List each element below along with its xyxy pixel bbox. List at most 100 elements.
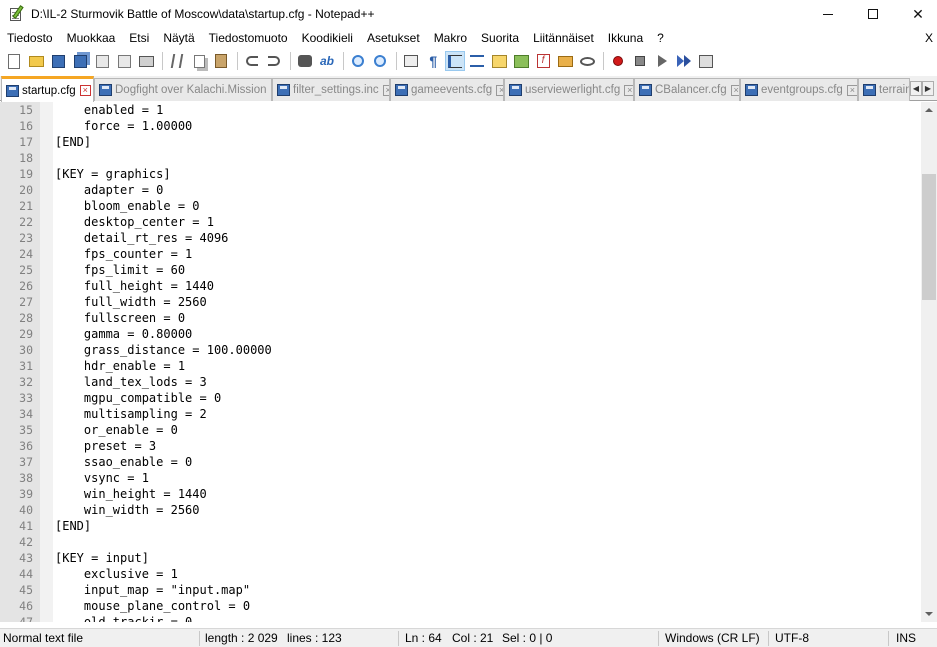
- code-line[interactable]: 32 land_tex_lods = 3: [0, 374, 921, 390]
- tab-scroll-right-button[interactable]: ▶: [922, 81, 934, 96]
- document-map-button[interactable]: [511, 51, 531, 71]
- tab-close-icon[interactable]: ×: [624, 84, 633, 96]
- line-text[interactable]: vsync = 1: [55, 470, 149, 486]
- code-line[interactable]: 19 [KEY = graphics]: [0, 166, 921, 182]
- scroll-down-icon[interactable]: [921, 606, 937, 622]
- tab-startup-cfg[interactable]: startup.cfg ×: [1, 76, 94, 102]
- code-line[interactable]: 27 full_width = 2560: [0, 294, 921, 310]
- monitor-button[interactable]: [577, 51, 597, 71]
- code-line[interactable]: 20 adapter = 0: [0, 182, 921, 198]
- code-line[interactable]: 23 detail_rt_res = 4096: [0, 230, 921, 246]
- line-text[interactable]: mouse_plane_control = 0: [55, 598, 250, 614]
- code-line[interactable]: 31 hdr_enable = 1: [0, 358, 921, 374]
- line-text[interactable]: mgpu_compatible = 0: [55, 390, 221, 406]
- function-list-button[interactable]: f: [533, 51, 553, 71]
- tab-close-icon[interactable]: ×: [79, 85, 91, 96]
- tab-close-icon[interactable]: ×: [846, 84, 857, 96]
- line-text[interactable]: desktop_center = 1: [55, 214, 214, 230]
- code-line[interactable]: 25 fps_limit = 60: [0, 262, 921, 278]
- tab-terrain[interactable]: terrain: [858, 78, 910, 101]
- code-line[interactable]: 33 mgpu_compatible = 0: [0, 390, 921, 406]
- code-line[interactable]: 24 fps_counter = 1: [0, 246, 921, 262]
- line-text[interactable]: win_height = 1440: [55, 486, 207, 502]
- code-line[interactable]: 30 grass_distance = 100.00000: [0, 342, 921, 358]
- tab-gameevents[interactable]: gameevents.cfg ×: [390, 78, 504, 101]
- find-button[interactable]: [295, 51, 315, 71]
- line-text[interactable]: ssao_enable = 0: [55, 454, 192, 470]
- code-lines[interactable]: 15 enabled = 1 16 force = 1.00000 17 [END] 1…: [0, 102, 921, 622]
- redo-button[interactable]: [264, 51, 284, 71]
- line-text[interactable]: [KEY = input]: [55, 550, 149, 566]
- line-text[interactable]: fps_limit = 60: [55, 262, 185, 278]
- menu-makro[interactable]: Makro: [427, 28, 474, 48]
- code-line[interactable]: 42: [0, 534, 921, 550]
- code-line[interactable]: 40 win_width = 2560: [0, 502, 921, 518]
- menu-help[interactable]: ?: [650, 28, 671, 48]
- line-text[interactable]: win_width = 2560: [55, 502, 200, 518]
- print-button[interactable]: [136, 51, 156, 71]
- menu-koodikieli[interactable]: Koodikieli: [295, 28, 360, 48]
- code-line[interactable]: 36 preset = 3: [0, 438, 921, 454]
- line-text[interactable]: [END]: [55, 518, 91, 534]
- scroll-up-icon[interactable]: [921, 102, 937, 118]
- maximize-button[interactable]: [850, 0, 896, 28]
- close-button[interactable]: [92, 51, 112, 71]
- scroll-thumb[interactable]: [922, 174, 936, 300]
- code-line[interactable]: 29 gamma = 0.80000: [0, 326, 921, 342]
- line-text[interactable]: input_map = "input.map": [55, 582, 250, 598]
- tab-close-icon[interactable]: ×: [382, 84, 389, 96]
- tab-userviewerlight[interactable]: userviewerlight.cfg ×: [504, 78, 634, 101]
- code-line[interactable]: 17 [END]: [0, 134, 921, 150]
- line-text[interactable]: force = 1.00000: [55, 118, 192, 134]
- code-line[interactable]: 34 multisampling = 2: [0, 406, 921, 422]
- code-line[interactable]: 41 [END]: [0, 518, 921, 534]
- line-text[interactable]: multisampling = 2: [55, 406, 207, 422]
- line-text[interactable]: [END]: [55, 134, 91, 150]
- undo-button[interactable]: [242, 51, 262, 71]
- code-line[interactable]: 43 [KEY = input]: [0, 550, 921, 566]
- open-file-button[interactable]: [26, 51, 46, 71]
- save-macro-button[interactable]: [696, 51, 716, 71]
- copy-button[interactable]: [189, 51, 209, 71]
- menu-nayta[interactable]: Näytä: [156, 28, 201, 48]
- folder-workspace-button[interactable]: [555, 51, 575, 71]
- code-line[interactable]: 44 exclusive = 1: [0, 566, 921, 582]
- code-line[interactable]: 38 vsync = 1: [0, 470, 921, 486]
- tab-cbalancer[interactable]: CBalancer.cfg ×: [634, 78, 740, 101]
- tab-close-icon[interactable]: ×: [496, 84, 503, 96]
- line-text[interactable]: preset = 3: [55, 438, 156, 454]
- line-text[interactable]: grass_distance = 100.00000: [55, 342, 272, 358]
- menu-muokkaa[interactable]: Muokkaa: [60, 28, 123, 48]
- show-all-chars-button[interactable]: ¶: [423, 51, 443, 71]
- tab-close-icon[interactable]: ×: [730, 84, 739, 96]
- line-text[interactable]: or_enable = 0: [55, 422, 178, 438]
- editor[interactable]: 15 enabled = 1 16 force = 1.00000 17 [END] 1…: [0, 102, 937, 622]
- menu-tiedostomuoto[interactable]: Tiedostomuoto: [202, 28, 295, 48]
- line-text[interactable]: fullscreen = 0: [55, 310, 185, 326]
- menu-liitannaiset[interactable]: Liitännäiset: [526, 28, 601, 48]
- menu-asetukset[interactable]: Asetukset: [360, 28, 427, 48]
- code-line[interactable]: 37 ssao_enable = 0: [0, 454, 921, 470]
- line-text[interactable]: [KEY = graphics]: [55, 166, 171, 182]
- code-line[interactable]: 46 mouse_plane_control = 0: [0, 598, 921, 614]
- save-button[interactable]: [48, 51, 68, 71]
- zoom-out-button[interactable]: [370, 51, 390, 71]
- menu-ikkuna[interactable]: Ikkuna: [601, 28, 650, 48]
- sync-scroll-button[interactable]: [401, 51, 421, 71]
- code-line[interactable]: 18: [0, 150, 921, 166]
- word-wrap-button[interactable]: [467, 51, 487, 71]
- code-line[interactable]: 26 full_height = 1440: [0, 278, 921, 294]
- cut-button[interactable]: [167, 51, 187, 71]
- code-line[interactable]: 39 win_height = 1440: [0, 486, 921, 502]
- line-text[interactable]: adapter = 0: [55, 182, 163, 198]
- code-line[interactable]: 16 force = 1.00000: [0, 118, 921, 134]
- tab-dogfight-mission[interactable]: Dogfight over Kalachi.Mission ×: [94, 78, 272, 101]
- zoom-in-button[interactable]: [348, 51, 368, 71]
- line-text[interactable]: detail_rt_res = 4096: [55, 230, 229, 246]
- indent-guide-button[interactable]: [445, 51, 465, 71]
- menu-etsi[interactable]: Etsi: [122, 28, 156, 48]
- minimize-button[interactable]: [805, 0, 851, 28]
- run-macro-multiple-button[interactable]: [674, 51, 694, 71]
- line-text[interactable]: full_height = 1440: [55, 278, 214, 294]
- code-line[interactable]: 28 fullscreen = 0: [0, 310, 921, 326]
